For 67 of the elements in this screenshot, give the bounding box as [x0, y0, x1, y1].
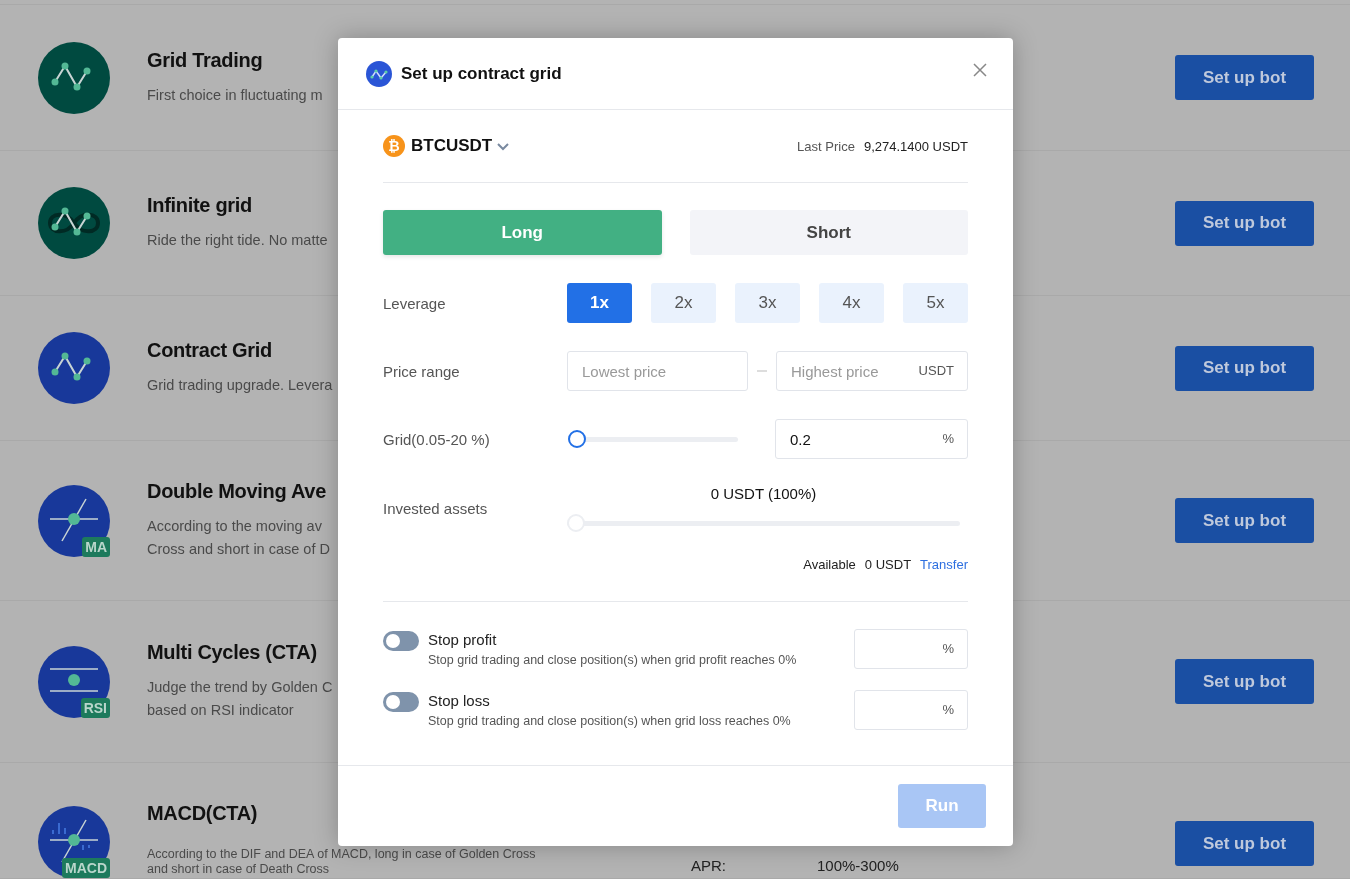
field-label: Price range: [383, 362, 461, 380]
bot-title: Grid Trading: [147, 48, 264, 72]
percent-field[interactable]: [854, 690, 968, 730]
set-up-bot-button[interactable]: Set up bot: [1175, 345, 1314, 391]
symbol-selector[interactable]: BTCUSDT: [411, 136, 493, 156]
line-chart-icon: [38, 41, 110, 114]
bot-description: Judge the trend by Golden C: [147, 678, 333, 697]
toggle-switch[interactable]: [383, 631, 419, 651]
unit-label: %: [942, 702, 954, 717]
bot-description: based on RSI indicator: [147, 701, 295, 720]
leverage-option[interactable]: 5x: [903, 283, 968, 323]
bot-title: Infinite grid: [147, 194, 253, 217]
line-chart-icon: [38, 332, 110, 404]
last-price-value: 9,274.1400 USDT: [863, 138, 968, 154]
percent-field[interactable]: [854, 629, 968, 669]
line-chart-icon: [366, 60, 392, 87]
unit-label: USDT: [918, 363, 954, 378]
field-label: Leverage: [383, 294, 447, 312]
bot-title: Multi Cycles (CTA): [147, 641, 318, 664]
bot-description: Ride the right tide. No matte: [147, 231, 328, 250]
leverage-option[interactable]: 2x: [651, 283, 716, 323]
stop-label: Stop loss: [428, 692, 491, 709]
bot-description: Cross and short in case of D: [147, 540, 330, 559]
set-up-bot-button[interactable]: Set up bot: [1175, 659, 1314, 704]
indicator-badge: MACD: [62, 858, 110, 878]
field-label: Grid(0.05-20 %): [383, 430, 491, 448]
bot-description: First choice in fluctuating m: [147, 85, 323, 105]
side-tab[interactable]: Short: [689, 210, 968, 255]
field-label: Invested assets: [383, 499, 489, 517]
close-icon[interactable]: [973, 63, 987, 77]
bot-title: Contract Grid: [147, 339, 273, 362]
indicator-badge: MA: [82, 536, 110, 557]
bot-title: MACD(CTA): [147, 801, 259, 825]
stop-description: Stop grid trading and close position(s) when grid loss reaches 0%: [428, 714, 792, 728]
toggle-switch[interactable]: [383, 692, 419, 712]
leverage-option[interactable]: 4x: [819, 283, 884, 323]
bot-description: According to the moving av: [147, 517, 323, 536]
stop-description: Stop grid trading and close position(s) when grid profit reaches 0%: [428, 653, 798, 667]
chevron-down-icon[interactable]: [496, 141, 511, 151]
available-label: Available: [803, 557, 856, 572]
level-lines-icon: [38, 645, 110, 718]
bot-title: Double Moving Ave: [147, 480, 327, 503]
set-up-bot-button[interactable]: Set up bot: [1175, 821, 1314, 866]
price-field[interactable]: Lowest price: [567, 351, 748, 391]
set-up-bot-button[interactable]: Set up bot: [1175, 498, 1314, 543]
slider-thumb[interactable]: [568, 430, 586, 448]
infinity-chart-icon: [38, 187, 110, 259]
unit-label: %: [942, 431, 954, 446]
stat-label: APR:: [691, 856, 727, 876]
stat-value: 100%-300%: [817, 856, 899, 876]
bot-description: and short in case of Death Cross: [147, 862, 331, 877]
dialog-title: Set up contract grid: [401, 63, 562, 84]
bot-description: According to the DIF and DEA of MACD, long in case of Golden Cross: [147, 847, 536, 862]
available-value: 0 USDT: [864, 557, 912, 572]
invested-amount: 0 USDT (100%): [710, 485, 817, 502]
bot-description: Grid trading upgrade. Levera: [147, 376, 333, 395]
side-tab[interactable]: Long: [383, 210, 662, 255]
set-up-bot-button[interactable]: Set up bot: [1175, 200, 1314, 246]
last-price-label: Last Price: [797, 138, 855, 154]
leverage-option[interactable]: 1x: [567, 283, 632, 323]
set-up-bot-button[interactable]: Set up bot: [1175, 55, 1314, 100]
stop-label: Stop profit: [428, 631, 498, 648]
unit-label: %: [942, 641, 954, 656]
coin-icon: ₿: [383, 135, 405, 157]
crosshair-icon: [38, 484, 110, 557]
transfer-link[interactable]: Transfer: [920, 557, 968, 572]
leverage-option[interactable]: 3x: [735, 283, 800, 323]
